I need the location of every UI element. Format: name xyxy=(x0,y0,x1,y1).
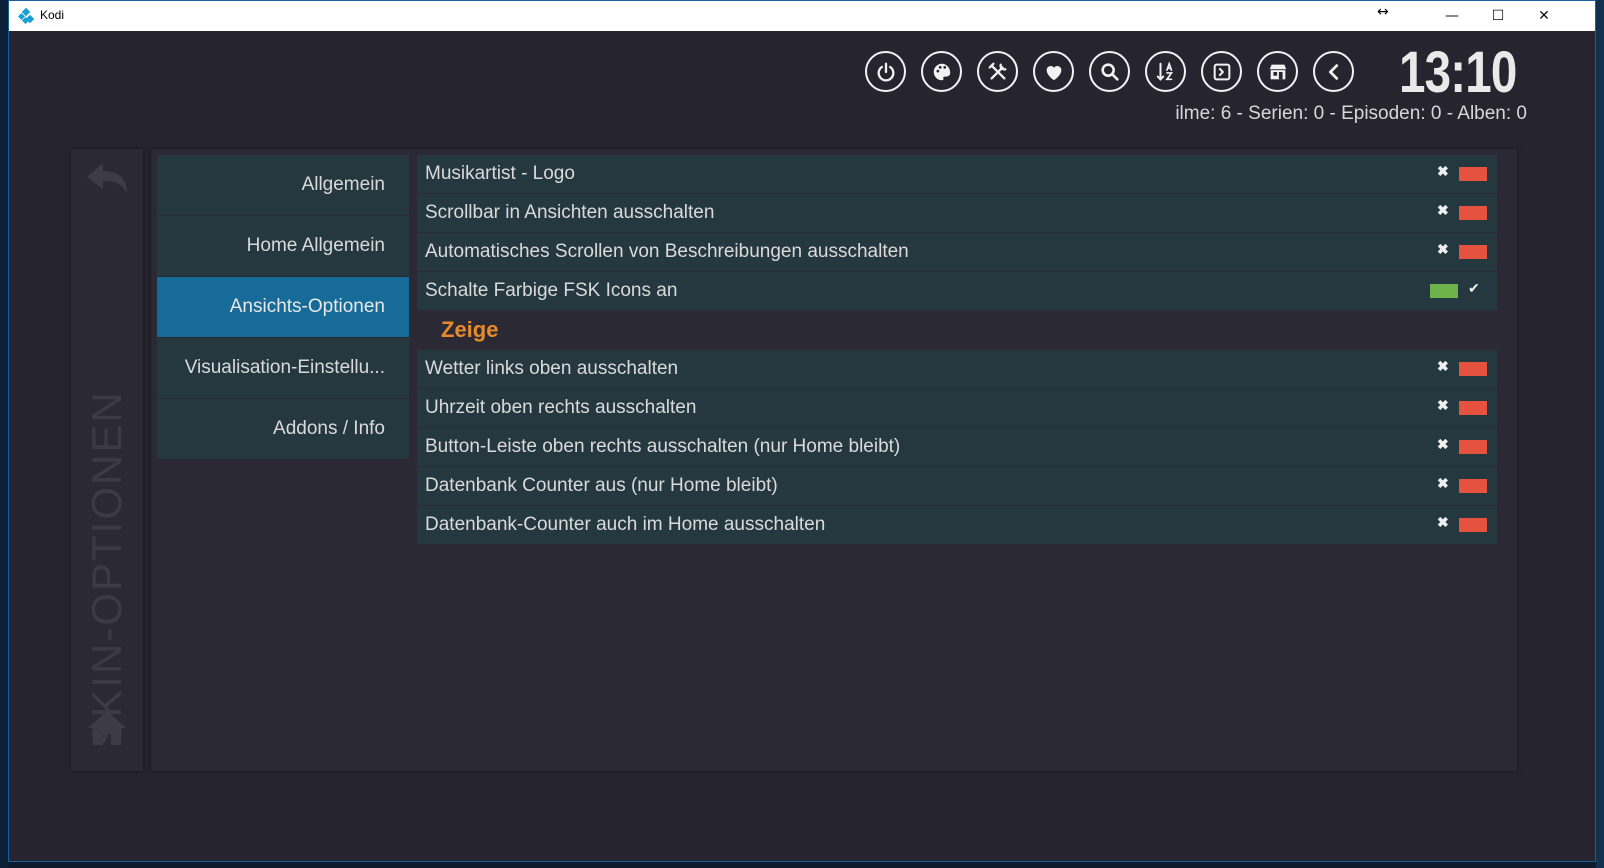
top-button-bar xyxy=(865,51,1354,92)
toggle-switch-off[interactable] xyxy=(1459,167,1487,181)
window-title: Kodi xyxy=(40,8,65,22)
toggle-switch-off[interactable] xyxy=(1459,440,1487,454)
back-arrow-icon[interactable] xyxy=(85,161,129,197)
options-list: Musikartist - Logo ✖ Scrollbar in Ansich… xyxy=(417,155,1497,545)
option-label: Datenbank Counter aus (nur Home bleibt) xyxy=(425,475,778,496)
option-row[interactable]: Automatisches Scrollen von Beschreibunge… xyxy=(417,233,1497,271)
close-button[interactable]: ✕ xyxy=(1521,1,1567,31)
menu-item-home-allgemein[interactable]: Home Allgemein xyxy=(157,216,409,276)
option-row[interactable]: Datenbank-Counter auch im Home ausschalt… xyxy=(417,506,1497,544)
option-row[interactable]: Uhrzeit oben rechts ausschalten ✖ xyxy=(417,389,1497,427)
checkmark-icon: ✔ xyxy=(1468,280,1480,296)
section-heading-zeige: Zeige xyxy=(417,311,1497,350)
skin-options-title: SKIN-OPTIONEN xyxy=(83,390,130,748)
option-row[interactable]: Scrollbar in Ansichten ausschalten ✖ xyxy=(417,194,1497,232)
option-row[interactable]: Musikartist - Logo ✖ xyxy=(417,155,1497,193)
off-x-icon: ✖ xyxy=(1437,163,1449,179)
option-row[interactable]: Wetter links oben ausschalten ✖ xyxy=(417,350,1497,388)
toggle-switch-off[interactable] xyxy=(1459,362,1487,376)
menu-item-visualisation[interactable]: Visualisation-Einstellu... xyxy=(157,338,409,398)
library-counter: ilme: 6 - Serien: 0 - Episoden: 0 - Albe… xyxy=(1175,103,1527,124)
option-label: Button-Leiste oben rechts ausschalten (n… xyxy=(425,436,901,457)
tools-icon[interactable] xyxy=(977,51,1018,92)
settings-panel: Allgemein Home Allgemein Ansichts-Option… xyxy=(151,149,1517,771)
option-row[interactable]: Button-Leiste oben rechts ausschalten (n… xyxy=(417,428,1497,466)
paint-palette-icon[interactable] xyxy=(921,51,962,92)
sort-az-icon[interactable] xyxy=(1145,51,1186,92)
minimize-button[interactable]: — xyxy=(1429,1,1475,31)
option-label: Automatisches Scrollen von Beschreibunge… xyxy=(425,241,909,262)
search-icon[interactable] xyxy=(1089,51,1130,92)
desktop-right-edge xyxy=(1596,0,1604,868)
option-label: Datenbank-Counter auch im Home ausschalt… xyxy=(425,514,826,535)
heart-icon[interactable] xyxy=(1033,51,1074,92)
menu-item-ansichts-optionen[interactable]: Ansichts-Optionen xyxy=(157,277,409,337)
option-label: Scrollbar in Ansichten ausschalten xyxy=(425,202,715,223)
off-x-icon: ✖ xyxy=(1437,397,1449,413)
toggle-switch-off[interactable] xyxy=(1459,479,1487,493)
option-row[interactable]: Datenbank Counter aus (nur Home bleibt) … xyxy=(417,467,1497,505)
kodi-window: Kodi ↔ — ☐ ✕ 13:10 ilme: 6 - Serien: 0 -… xyxy=(8,0,1596,862)
off-x-icon: ✖ xyxy=(1437,514,1449,530)
toggle-switch-off[interactable] xyxy=(1459,518,1487,532)
option-label: Uhrzeit oben rechts ausschalten xyxy=(425,397,697,418)
section-heading-label: Zeige xyxy=(441,317,499,342)
desktop-left-edge xyxy=(0,0,8,868)
option-label: Wetter links oben ausschalten xyxy=(425,358,679,379)
off-x-icon: ✖ xyxy=(1437,436,1449,452)
menu-item-allgemein[interactable]: Allgemein xyxy=(157,155,409,215)
kodi-logo-icon xyxy=(18,8,34,24)
addons-store-icon[interactable] xyxy=(1257,51,1298,92)
off-x-icon: ✖ xyxy=(1437,358,1449,374)
off-x-icon: ✖ xyxy=(1437,475,1449,491)
back-chevron-icon[interactable] xyxy=(1313,51,1354,92)
power-icon[interactable] xyxy=(865,51,906,92)
home-icon[interactable] xyxy=(86,709,128,747)
kodi-app-area: 13:10 ilme: 6 - Serien: 0 - Episoden: 0 … xyxy=(9,31,1595,861)
toggle-switch-off[interactable] xyxy=(1459,206,1487,220)
maximize-button[interactable]: ☐ xyxy=(1475,1,1521,31)
title-bar[interactable]: Kodi ↔ — ☐ ✕ xyxy=(9,1,1595,31)
side-panel: SKIN-OPTIONEN xyxy=(71,149,143,771)
category-menu: Allgemein Home Allgemein Ansichts-Option… xyxy=(157,155,409,460)
script-icon[interactable] xyxy=(1201,51,1242,92)
resize-cursor-icon: ↔ xyxy=(1377,4,1389,20)
toggle-switch-off[interactable] xyxy=(1459,245,1487,259)
off-x-icon: ✖ xyxy=(1437,202,1449,218)
clock: 13:10 xyxy=(1399,40,1517,105)
toggle-switch-on[interactable] xyxy=(1430,284,1458,298)
toggle-switch-off[interactable] xyxy=(1459,401,1487,415)
option-row[interactable]: Schalte Farbige FSK Icons an ✔ xyxy=(417,272,1497,310)
option-label: Musikartist - Logo xyxy=(425,163,575,184)
off-x-icon: ✖ xyxy=(1437,241,1449,257)
menu-item-addons-info[interactable]: Addons / Info xyxy=(157,399,409,459)
option-label: Schalte Farbige FSK Icons an xyxy=(425,280,678,301)
